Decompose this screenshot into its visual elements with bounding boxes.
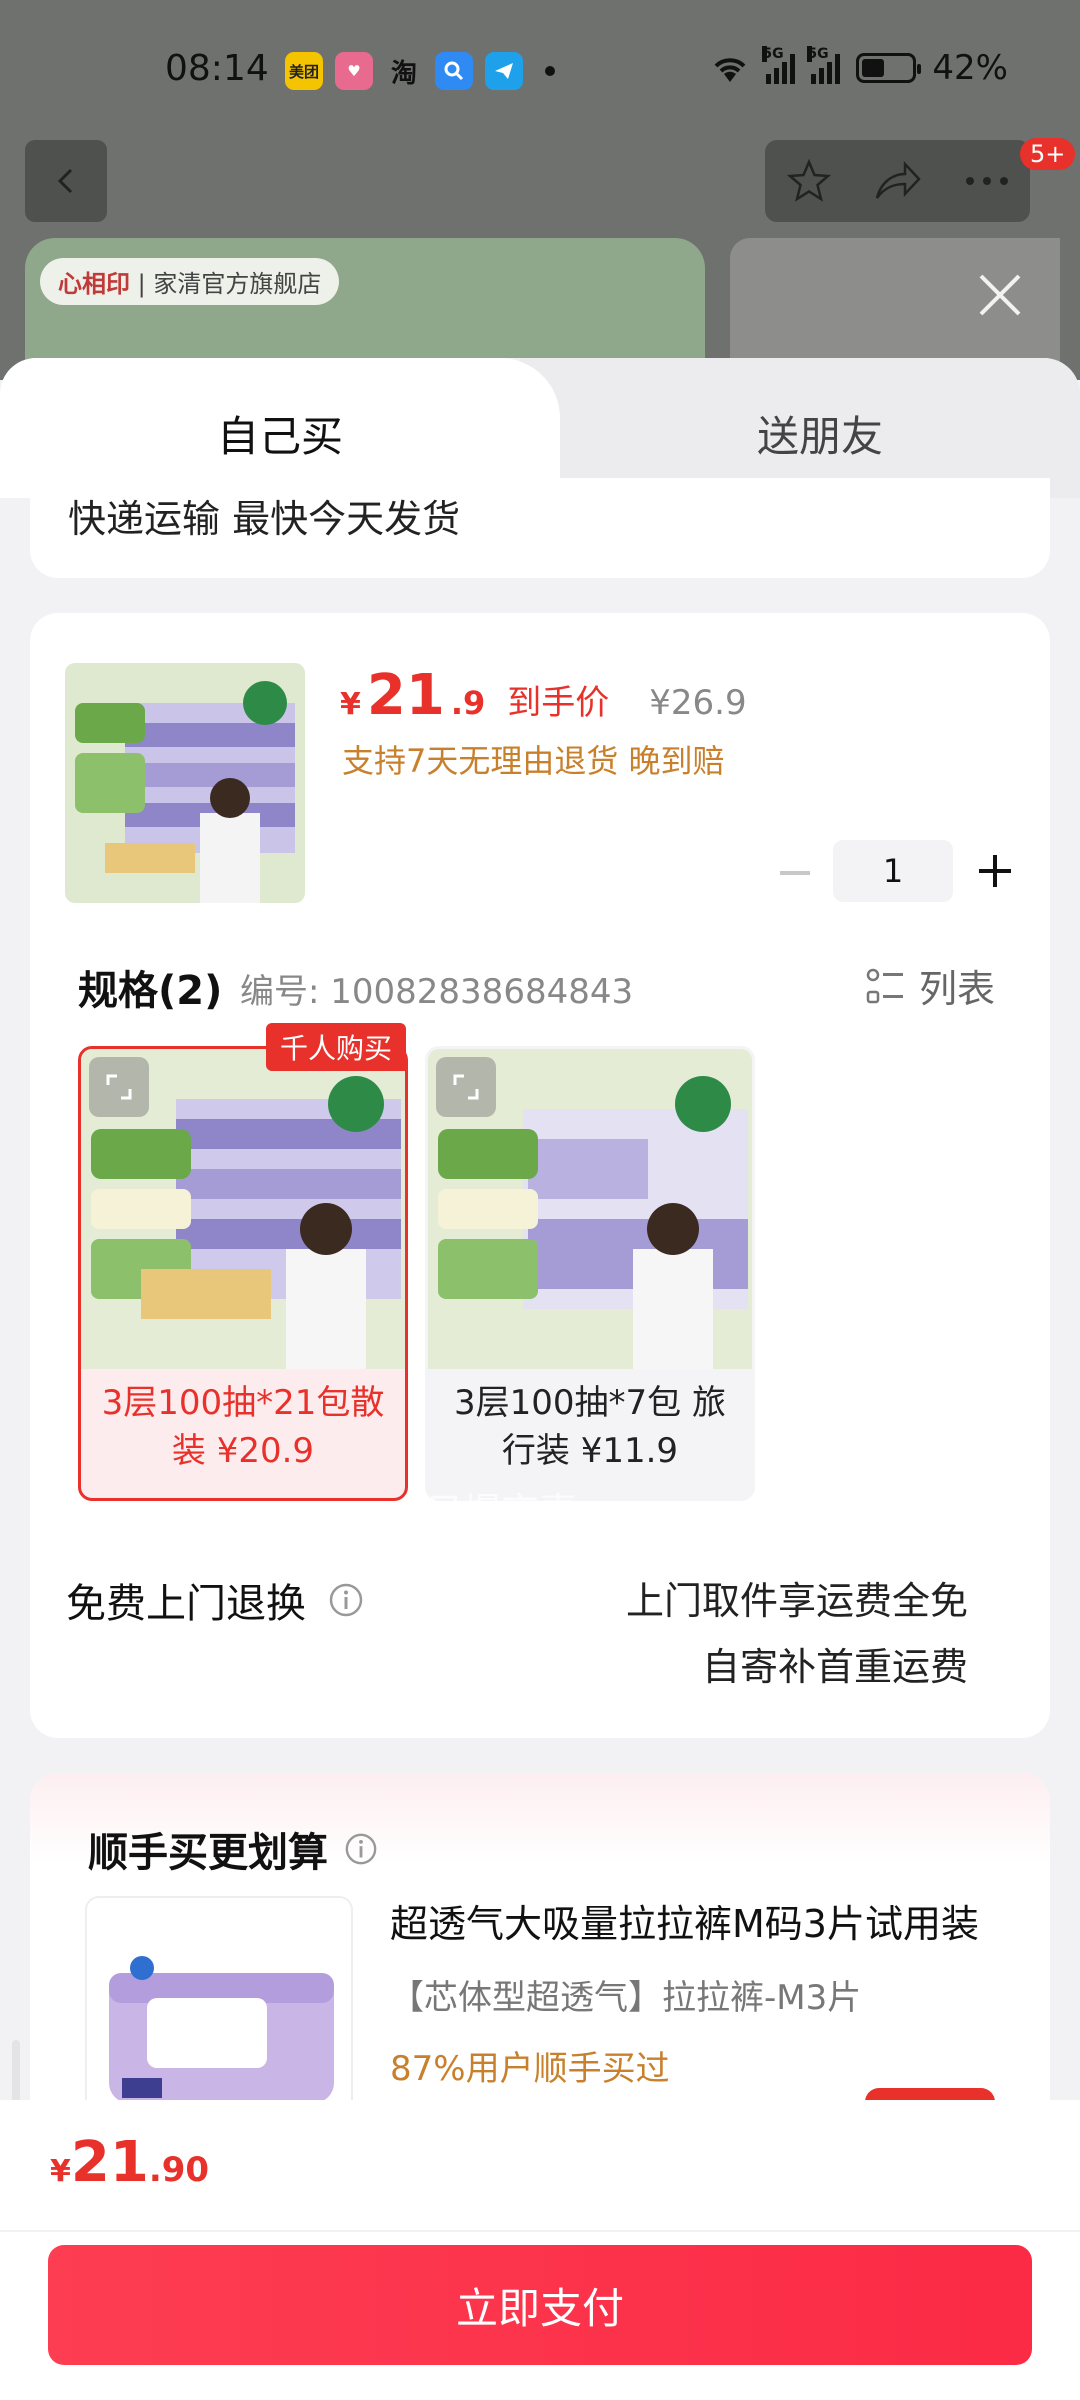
wifi-icon	[715, 58, 746, 82]
share-icon[interactable]	[873, 158, 923, 204]
plus-icon	[979, 855, 1011, 887]
taobao-app-icon: 淘	[390, 58, 417, 89]
shopping-app-icon: ♥	[335, 52, 373, 90]
notification-icons: 美团 ♥ 淘	[285, 52, 555, 90]
telegram-app-icon	[485, 52, 523, 90]
more-icon[interactable]	[964, 175, 1010, 187]
battery-percent: 42%	[932, 48, 1008, 88]
back-button[interactable]	[25, 140, 107, 222]
status-bar: 08:14 美团 ♥ 淘 5G 5G 42%	[0, 0, 1080, 140]
background-page: 08:14 美团 ♥ 淘 5G 5G 42% 5+ 心相印 | 家清官方旗舰店	[0, 0, 1080, 380]
tab-self-buy[interactable]: 自己买	[0, 358, 560, 498]
close-button[interactable]	[975, 270, 1025, 324]
total-price: ¥ 21 .90	[50, 2130, 210, 2195]
purchase-sheet: 自己买 送朋友 快递运输 最快今天发货 ¥ 21 .9 到手价 ¥26.9 支持…	[0, 358, 1080, 2400]
price-line: ¥ 21 .9 到手价 ¥26.9	[340, 663, 747, 728]
divider	[0, 2230, 1080, 2232]
search-app-icon	[435, 52, 473, 90]
pay-now-button[interactable]: 立即支付	[48, 2245, 1032, 2365]
service-promise: 支持7天无理由退货 晚到赔	[342, 742, 725, 780]
price-currency: ¥	[340, 687, 361, 722]
product-thumbnail[interactable]	[65, 663, 305, 903]
meituan-app-icon: 美团	[285, 52, 323, 90]
price-integer: 21	[366, 663, 445, 728]
bundle-purchase-stat: 87%用户顺手买过	[390, 2049, 670, 2089]
bundle-title: 顺手买更划算	[88, 1820, 378, 1878]
quantity-increase-button[interactable]	[975, 851, 1015, 891]
spec-option-label: 3层100抽*21包散装 ¥20.9	[101, 1383, 385, 1471]
spec-title: 规格(2)	[78, 968, 223, 1014]
tab-send-friend[interactable]: 送朋友	[560, 358, 1080, 498]
product-code: 编号: 10082838684843	[240, 972, 634, 1012]
hot-tag: 千人购买	[266, 1023, 407, 1071]
expand-icon[interactable]	[436, 1057, 496, 1117]
message-badge: 5+	[1020, 138, 1076, 170]
more-notifications-dot	[545, 66, 555, 76]
signal-icon: 5G	[762, 46, 796, 84]
bundle-product-spec: 【芯体型超透气】拉拉裤-M3片	[390, 1978, 862, 2018]
spec-option-selected[interactable]: 3层100抽*21包散装 ¥20.9	[78, 1046, 408, 1501]
info-icon[interactable]	[344, 1832, 378, 1866]
list-label: 列表	[919, 967, 996, 1011]
price-label: 到手价	[507, 683, 610, 723]
spec-option[interactable]: 3层100抽*7包 旅行装 ¥11.9	[425, 1046, 755, 1501]
price-decimal: .9	[450, 684, 486, 722]
spec-option-label: 3层100抽*7包 旅行装 ¥11.9	[454, 1383, 726, 1471]
battery-icon	[856, 53, 922, 83]
free-return-description: 上门取件享运费全免 自寄补首重运费	[625, 1579, 968, 1689]
watermark-text: 只爆京喜	[425, 1490, 578, 1534]
purchase-tabs: 自己买 送朋友	[0, 358, 1080, 498]
list-icon	[866, 968, 903, 1003]
spec-option-image	[428, 1049, 752, 1369]
free-return-title: 免费上门退换	[66, 1571, 364, 1629]
quantity-decrease-button[interactable]	[775, 853, 815, 893]
status-time: 08:14	[165, 48, 269, 89]
status-indicators: 5G 5G 42%	[710, 46, 1008, 88]
info-icon[interactable]	[328, 1582, 364, 1618]
list-view-toggle[interactable]: 列表	[865, 958, 995, 1013]
top-actions	[765, 140, 1030, 222]
store-tag: 心相印 | 家清官方旗舰店	[40, 258, 340, 305]
expand-icon[interactable]	[89, 1057, 149, 1117]
original-price: ¥26.9	[649, 683, 747, 723]
bundle-product-name[interactable]: 超透气大吸量拉拉裤M码3片试用装	[390, 1893, 1010, 1948]
shipping-note: 快递运输 最快今天发货	[68, 497, 461, 541]
star-icon[interactable]	[786, 158, 832, 204]
quantity-input[interactable]: 1	[833, 840, 953, 902]
minus-icon	[780, 871, 810, 875]
signal-icon-2: 5G	[807, 46, 841, 84]
spec-option-image	[81, 1049, 405, 1369]
chevron-left-icon	[57, 168, 73, 194]
close-icon	[979, 274, 1021, 316]
